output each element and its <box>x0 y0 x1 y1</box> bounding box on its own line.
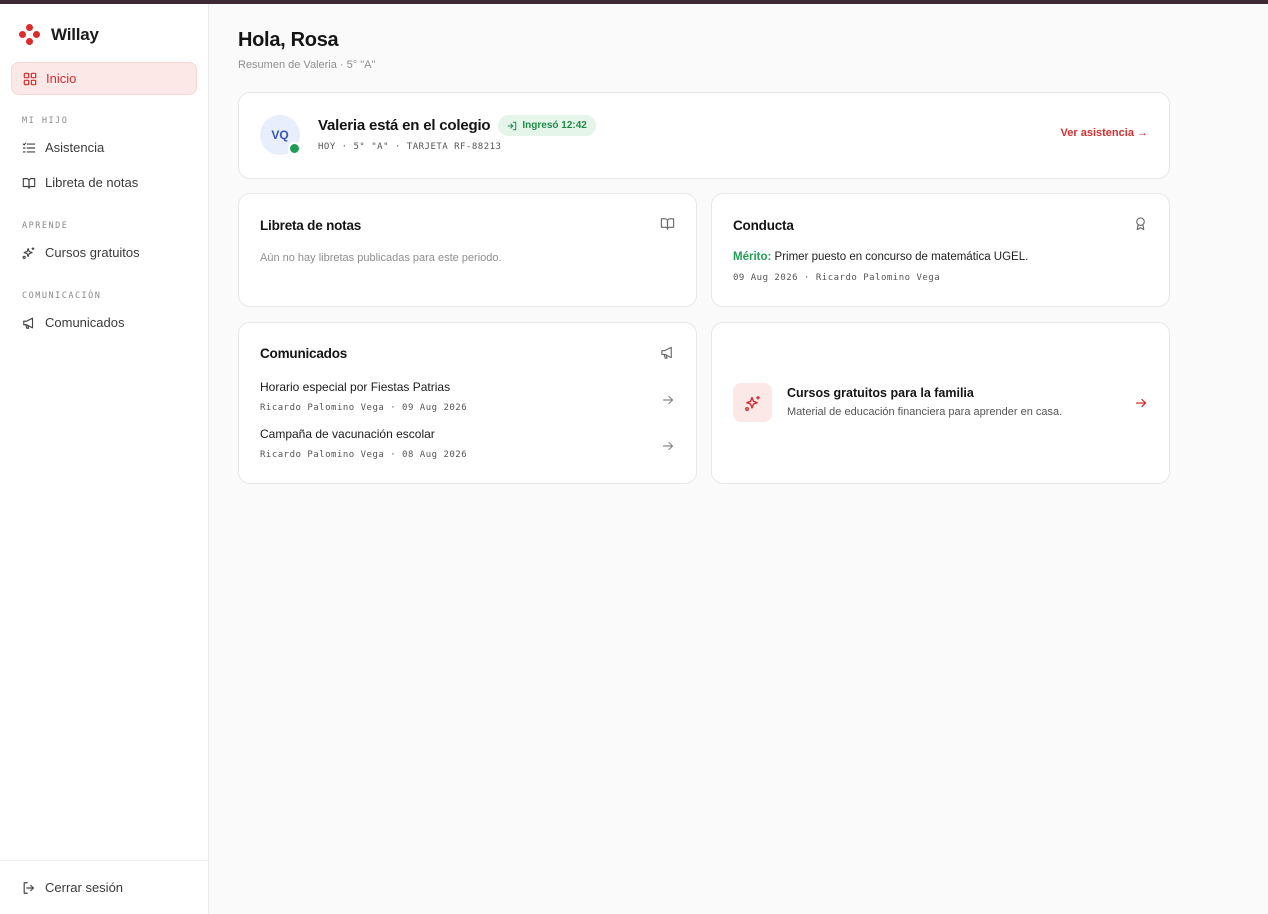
megaphone-icon <box>23 317 34 329</box>
announcement-meta: Ricardo Palomino Vega · 08 Aug 2026 <box>260 450 468 460</box>
student-status-title: Valeria está en el colegio <box>318 117 491 134</box>
brand-name: Willay <box>51 25 99 44</box>
grid-icon <box>23 72 37 85</box>
arrow-right-icon <box>662 395 674 405</box>
sparkles-icon <box>22 246 35 259</box>
announcements-card: Comunicados Horario especial por Fiestas… <box>238 322 697 484</box>
present-status-dot <box>288 142 301 155</box>
grades-empty-text: Aún no hay libretas publicadas para este… <box>260 252 502 264</box>
checkin-badge: Ingresó 12:42 <box>498 115 596 136</box>
page-subtitle: Resumen de Valeria · 5° "A" <box>238 59 376 71</box>
checkin-badge-label: Ingresó 12:42 <box>522 120 587 131</box>
sidebar-item-label: Inicio <box>46 71 77 86</box>
logout-icon <box>23 881 34 894</box>
sidebar-item-label: Cursos gratuitos <box>45 245 140 260</box>
book-open-icon <box>22 177 36 189</box>
sidebar-item-libreta[interactable]: Libreta de notas <box>11 166 197 199</box>
login-icon <box>508 121 517 130</box>
sidebar-item-label: Asistencia <box>45 140 105 155</box>
megaphone-icon <box>661 346 672 359</box>
sidebar-item-inicio[interactable]: Inicio <box>11 62 197 95</box>
conduct-card-title: Conducta <box>733 218 794 233</box>
announcements-card-title: Comunicados <box>260 346 348 361</box>
sidebar: Willay Inicio MI HIJO Asistencia Libreta… <box>0 4 209 914</box>
free-courses-card[interactable]: Cursos gratuitos para la familia Materia… <box>711 322 1170 484</box>
arrow-right-icon <box>662 441 674 451</box>
grades-card[interactable]: Libreta de notas Aún no hay libretas pub… <box>238 193 697 307</box>
sidebar-section-comunicacion: COMUNICACIÓN <box>22 291 102 301</box>
main-content: Hola, Rosa Resumen de Valeria · 5° "A" V… <box>209 4 1268 914</box>
student-status-card: VQ Valeria está en el colegio Ingresó 12… <box>238 92 1170 179</box>
conduct-entry: Mérito: Primer puesto en concurso de mat… <box>733 251 1028 263</box>
announcement-title: Horario especial por Fiestas Patrias <box>260 380 451 394</box>
free-courses-description: Material de educación financiera para ap… <box>787 406 1063 418</box>
sidebar-section-mi-hijo: MI HIJO <box>22 116 69 126</box>
logout-label: Cerrar sesión <box>45 880 124 895</box>
sparkles-icon <box>744 395 760 411</box>
announcement-meta: Ricardo Palomino Vega · 09 Aug 2026 <box>260 403 468 413</box>
logout-button[interactable]: Cerrar sesión <box>11 871 197 904</box>
announcement-title: Campaña de vacunación escolar <box>260 427 435 441</box>
sidebar-section-aprende: APRENDE <box>22 221 69 231</box>
merit-text: Primer puesto en concurso de matemática … <box>771 251 1029 263</box>
conduct-card[interactable]: Conducta Mérito: Primer puesto en concur… <box>711 193 1170 307</box>
sidebar-item-comunicados[interactable]: Comunicados <box>11 306 197 339</box>
sidebar-item-label: Comunicados <box>45 315 125 330</box>
student-status-line: Valeria está en el colegio Ingresó 12:42 <box>318 115 596 136</box>
sidebar-item-cursos[interactable]: Cursos gratuitos <box>11 236 197 269</box>
sidebar-item-label: Libreta de notas <box>45 175 139 190</box>
brand[interactable]: Willay <box>19 24 99 46</box>
list-checks-icon <box>22 142 36 153</box>
conduct-meta: 09 Aug 2026 · Ricardo Palomino Vega <box>733 273 941 283</box>
arrow-right-icon <box>1135 398 1147 408</box>
page-title: Hola, Rosa <box>238 29 339 51</box>
sidebar-footer: Cerrar sesión <box>0 860 208 914</box>
student-meta: HOY · 5° "A" · TARJETA RF-88213 <box>318 142 502 152</box>
promo-icon-tile <box>733 383 772 422</box>
merit-label: Mérito: <box>733 251 772 263</box>
sidebar-item-asistencia[interactable]: Asistencia <box>11 131 197 164</box>
book-open-icon <box>660 218 675 230</box>
announcement-item[interactable]: Horario especial por Fiestas Patrias Ric… <box>239 375 696 419</box>
view-attendance-link[interactable]: Ver asistencia → <box>1061 127 1148 139</box>
award-icon <box>1136 217 1145 231</box>
announcement-item[interactable]: Campaña de vacunación escolar Ricardo Pa… <box>239 422 696 466</box>
grades-card-title: Libreta de notas <box>260 218 362 233</box>
free-courses-title: Cursos gratuitos para la familia <box>787 386 974 400</box>
willay-logo-icon <box>19 24 41 46</box>
